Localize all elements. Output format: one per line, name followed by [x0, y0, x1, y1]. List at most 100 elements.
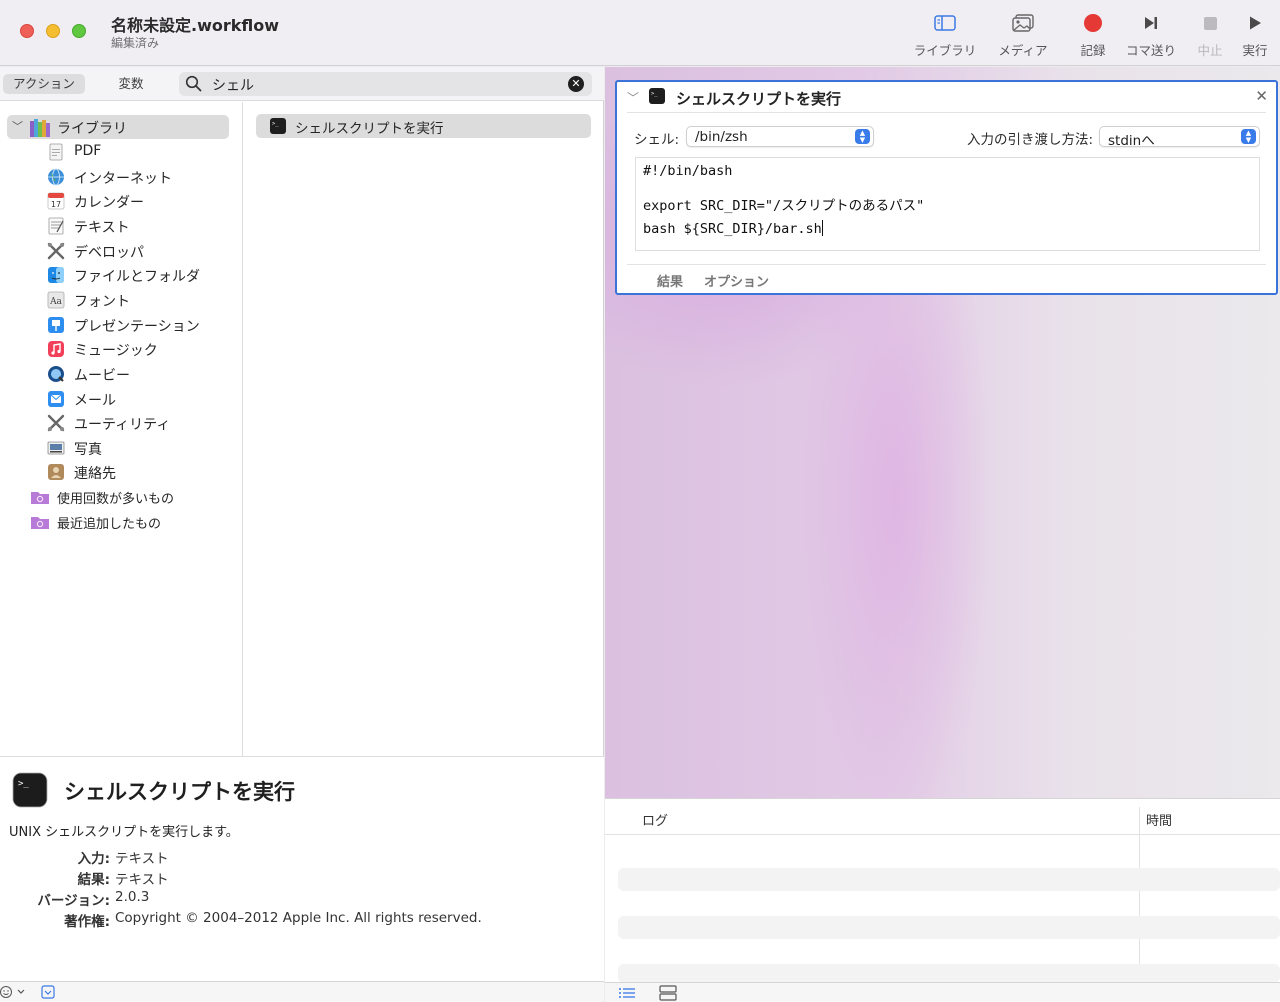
- smart-folder-icon: [30, 488, 49, 506]
- close-window-button[interactable]: [20, 24, 34, 38]
- script-line-1: #!/bin/bash: [643, 163, 733, 179]
- text-icon: [47, 217, 65, 235]
- variables-view-icon[interactable]: [659, 985, 677, 1002]
- sidebar-item-internet[interactable]: インターネット: [0, 165, 243, 189]
- sidebar-item-label: インターネット: [74, 171, 172, 187]
- result-label: 結果:: [77, 872, 110, 888]
- svg-text:>_: >_: [272, 121, 279, 127]
- list-item-label: シェルスクリプトを実行: [295, 121, 444, 137]
- minimize-window-button[interactable]: [46, 24, 60, 38]
- sidebar-item-most-used[interactable]: 使用回数が多いもの: [0, 485, 243, 509]
- tab-actions[interactable]: アクション: [3, 74, 85, 94]
- list-view-icon[interactable]: [618, 986, 636, 1002]
- sidebar-item-label: ミュージック: [74, 343, 158, 359]
- log-panel: ログ 時間: [605, 798, 1280, 985]
- input-value: テキスト: [115, 851, 169, 867]
- library-root[interactable]: ﹀ ライブラリ: [7, 115, 229, 139]
- stop-icon: [1203, 16, 1217, 30]
- sidebar-item-label: ムービー: [74, 368, 130, 384]
- search-field[interactable]: シェル ✕: [179, 72, 592, 96]
- sidebar-item-movies[interactable]: ムービー: [0, 362, 243, 386]
- chevron-down-icon[interactable]: ﹀: [627, 89, 639, 106]
- script-line-2: export SRC_DIR="/スクリプトのあるパス": [643, 198, 925, 214]
- sidebar-item-label: メール: [74, 393, 116, 409]
- left-bottom-bar: [0, 981, 604, 1002]
- svg-text:17: 17: [51, 200, 61, 209]
- copyright-row: 著作権: Copyright © 2004–2012 Apple Inc. Al…: [0, 910, 600, 930]
- description-panel: >_ シェルスクリプトを実行 UNIX シェルスクリプトを実行します。 入力: …: [0, 756, 604, 981]
- music-icon: [47, 340, 65, 358]
- library-toolbar-button[interactable]: ライブラリ: [910, 8, 980, 64]
- chevron-down-icon[interactable]: ﹀: [12, 118, 23, 134]
- description-text: UNIX シェルスクリプトを実行します。: [9, 825, 239, 840]
- svg-text:>_: >_: [18, 779, 29, 789]
- terminal-icon: >_: [648, 87, 666, 109]
- shell-label: シェル:: [634, 132, 680, 148]
- font-icon: Aa: [47, 291, 65, 309]
- sidebar-item-developer[interactable]: デベロッパ: [0, 239, 243, 263]
- title-bar: 名称未設定.workflow 編集済み ライブラリ メディア 記録 コマ送り 中…: [0, 0, 1280, 66]
- copyright-label: 著作権:: [64, 914, 110, 930]
- sidebar-item-label: ファイルとフォルダ: [74, 269, 200, 285]
- library-toolbar-label: ライブラリ: [913, 43, 977, 58]
- sidebar-item-photos[interactable]: 写真: [0, 436, 243, 460]
- time-column-header[interactable]: 時間: [1146, 810, 1172, 829]
- sidebar-item-pdf[interactable]: PDF: [0, 140, 243, 164]
- media-toolbar-label: メディア: [998, 43, 1048, 58]
- sidebar-item-music[interactable]: ミュージック: [0, 337, 243, 361]
- media-toolbar-button[interactable]: メディア: [988, 8, 1058, 64]
- text-caret: [821, 220, 823, 236]
- run-toolbar-button[interactable]: 実行: [1220, 8, 1280, 64]
- sidebar-item-utilities[interactable]: ユーティリティ: [0, 411, 243, 435]
- action-card: ﹀ >_ シェルスクリプトを実行 ✕ シェル: /bin/zsh ▲ ▼ 入力の引…: [615, 80, 1278, 295]
- pass-input-select-value: stdinへ: [1108, 133, 1155, 149]
- close-icon[interactable]: ✕: [1255, 87, 1268, 105]
- result-value: テキスト: [115, 872, 169, 888]
- log-column-header[interactable]: ログ: [642, 810, 668, 829]
- description-toggle-icon[interactable]: [41, 985, 55, 1002]
- tab-options[interactable]: オプション: [704, 271, 769, 290]
- shell-select[interactable]: /bin/zsh ▲ ▼: [686, 126, 874, 147]
- photos-icon: [1012, 14, 1034, 32]
- right-bottom-bar: [605, 982, 1280, 1002]
- sidebar-item-label: デベロッパ: [74, 245, 144, 261]
- zoom-window-button[interactable]: [72, 24, 86, 38]
- search-input[interactable]: シェル: [212, 75, 254, 95]
- movie-icon: [47, 365, 65, 383]
- svg-text:Aa: Aa: [49, 297, 62, 307]
- sidebar-item-label: 最近追加したもの: [57, 517, 162, 532]
- table-row: [618, 964, 1280, 983]
- sidebar-item-fonts[interactable]: Aa フォント: [0, 288, 243, 312]
- sidebar-item-contacts[interactable]: 連絡先: [0, 460, 243, 484]
- select-stepper-icon: ▲ ▼: [855, 129, 870, 144]
- divider: [627, 112, 1266, 113]
- sidebar-item-label: プレゼンテーション: [74, 319, 200, 335]
- shell-select-value: /bin/zsh: [695, 129, 748, 145]
- window-subtitle: 編集済み: [111, 36, 160, 50]
- contacts-icon: [47, 463, 65, 481]
- input-label: 入力:: [77, 851, 110, 867]
- sidebar-item-presentation[interactable]: プレゼンテーション: [0, 313, 243, 337]
- smiley-menu-icon[interactable]: [0, 984, 28, 1002]
- tab-results[interactable]: 結果: [657, 271, 683, 290]
- sidebar-item-mail[interactable]: メール: [0, 387, 243, 411]
- column-divider[interactable]: [1139, 807, 1140, 985]
- finder-icon: [47, 266, 65, 284]
- tab-variables[interactable]: 変数: [92, 74, 170, 94]
- play-icon: [1250, 16, 1261, 30]
- sidebar-item-text[interactable]: テキスト: [0, 214, 243, 238]
- step-forward-icon: [1145, 17, 1157, 29]
- script-editor[interactable]: #!/bin/bash export SRC_DIR="/スクリプトのあるパス"…: [635, 157, 1260, 251]
- result-row: 結果: テキスト: [0, 868, 600, 888]
- filter-bar: アクション 変数 シェル ✕: [0, 67, 604, 101]
- select-stepper-icon: ▲ ▼: [1241, 129, 1256, 144]
- table-row: [618, 916, 1280, 939]
- svg-text:>_: >_: [651, 91, 658, 97]
- sidebar-item-calendar[interactable]: 17 カレンダー: [0, 189, 243, 213]
- clear-search-icon[interactable]: ✕: [568, 76, 584, 92]
- log-header: ログ 時間: [605, 799, 1280, 835]
- sidebar-item-files-folders[interactable]: ファイルとフォルダ: [0, 263, 243, 287]
- pass-input-select[interactable]: stdinへ ▲ ▼: [1099, 126, 1260, 149]
- list-item[interactable]: >_ シェルスクリプトを実行: [256, 114, 591, 138]
- sidebar-item-recently-added[interactable]: 最近追加したもの: [0, 510, 243, 534]
